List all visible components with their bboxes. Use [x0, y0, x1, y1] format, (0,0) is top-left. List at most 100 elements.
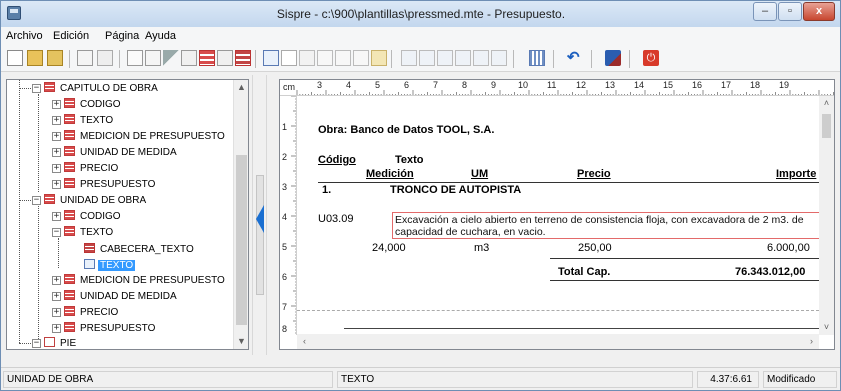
item-importe[interactable]: 6.000,00	[767, 242, 810, 254]
tree-node-precio[interactable]: PRECIO	[64, 162, 120, 177]
tree-node-presupuesto[interactable]: PRESUPUESTO	[64, 178, 157, 193]
expand-toggle[interactable]: +	[52, 324, 61, 333]
expand-toggle[interactable]: +	[52, 164, 61, 173]
structure-tree[interactable]: − + + + + + + − + − + + + + − CAPITULO D…	[6, 79, 249, 350]
header-precio[interactable]: Precio	[577, 168, 611, 180]
menu-ayuda[interactable]: Ayuda	[145, 30, 176, 42]
item-description-field[interactable]: Excavación a cielo abierto en terreno de…	[392, 212, 820, 239]
expand-toggle[interactable]: +	[52, 132, 61, 141]
collapse-toggle[interactable]: −	[32, 339, 41, 348]
header-band-icon[interactable]	[235, 50, 251, 66]
collapse-toggle[interactable]: −	[52, 228, 61, 237]
item-precio[interactable]: 250,00	[578, 242, 612, 254]
scroll-thumb[interactable]	[236, 155, 247, 325]
tree-node-unidad-de-obra[interactable]: UNIDAD DE OBRA	[44, 194, 148, 209]
tree-node-precio[interactable]: PRECIO	[64, 306, 120, 321]
tree-node-medicion-de-presupuesto[interactable]: MEDICION DE PRESUPUESTO	[64, 274, 227, 289]
chapter-title[interactable]: TRONCO DE AUTOPISTA	[390, 184, 521, 196]
chapter-number[interactable]: 1.	[322, 184, 331, 196]
expand-toggle[interactable]: +	[52, 148, 61, 157]
maximize-button[interactable]: ▫	[778, 2, 802, 21]
tree-scrollbar[interactable]: ▲ ▼	[233, 80, 248, 349]
scroll-down-icon[interactable]: ˅	[819, 320, 834, 335]
collapse-left-icon[interactable]	[256, 205, 264, 233]
align-left-icon[interactable]	[401, 50, 417, 66]
image-icon[interactable]	[299, 50, 315, 66]
tree-node-cabecera-texto[interactable]: CABECERA_TEXTO	[84, 243, 196, 258]
same-size-icon[interactable]	[491, 50, 507, 66]
grid-icon[interactable]	[217, 50, 233, 66]
minimize-button[interactable]: ‒	[753, 2, 777, 21]
item-code[interactable]: U03.09	[318, 213, 353, 225]
panel-splitter[interactable]	[252, 75, 267, 355]
columns-icon[interactable]	[181, 50, 197, 66]
header-importe[interactable]: Importe	[776, 168, 816, 180]
header-texto[interactable]: Texto	[395, 154, 424, 166]
expand-toggle[interactable]: +	[52, 276, 61, 285]
align-top-icon[interactable]	[455, 50, 471, 66]
collapse-toggle[interactable]: −	[32, 196, 41, 205]
tree-node-pie[interactable]: PIE	[44, 337, 78, 349]
line-icon[interactable]	[335, 50, 351, 66]
scroll-left-icon[interactable]: ‹	[297, 334, 312, 349]
align-right-icon[interactable]	[437, 50, 453, 66]
table-icon[interactable]	[199, 50, 215, 66]
tree-node-codigo[interactable]: CODIGO	[64, 210, 123, 225]
calculator-icon[interactable]	[529, 50, 545, 66]
tree-node-unidad-de-medida[interactable]: UNIDAD DE MEDIDA	[64, 146, 179, 161]
header-um[interactable]: UM	[471, 168, 488, 180]
tree-node-medicion-de-presupuesto[interactable]: MEDICION DE PRESUPUESTO	[64, 130, 227, 145]
expand-toggle[interactable]: +	[52, 180, 61, 189]
help-book-icon[interactable]	[605, 50, 621, 66]
scroll-up-icon[interactable]: ˄	[819, 96, 834, 111]
header-medicion[interactable]: Medición	[366, 168, 414, 180]
splitter-handle[interactable]	[256, 175, 264, 295]
field-icon[interactable]	[371, 50, 387, 66]
scroll-up-icon[interactable]: ▲	[234, 80, 248, 95]
tree-node-texto[interactable]: TEXTO	[64, 114, 115, 129]
item-medicion[interactable]: 24,000	[372, 242, 406, 254]
scroll-down-icon[interactable]: ▼	[234, 334, 248, 349]
menu-edicion[interactable]: Edición	[53, 30, 89, 42]
undo-icon[interactable]: ↶	[567, 50, 583, 66]
list-icon[interactable]	[145, 50, 161, 66]
expand-toggle[interactable]: +	[52, 308, 61, 317]
menu-pagina[interactable]: Página	[105, 30, 139, 42]
tree-node-presupuesto[interactable]: PRESUPUESTO	[64, 322, 157, 337]
total-label[interactable]: Total Cap.	[558, 266, 610, 278]
label-icon[interactable]	[281, 50, 297, 66]
save-icon[interactable]	[47, 50, 63, 66]
tree-node-unidad-de-medida[interactable]: UNIDAD DE MEDIDA	[64, 290, 179, 305]
tree-node-capitulo-de-obra[interactable]: CAPITULO DE OBRA	[44, 82, 160, 97]
open-folder-icon[interactable]	[27, 50, 43, 66]
document-horizontal-scrollbar[interactable]: ‹ ›	[297, 334, 819, 349]
scroll-right-icon[interactable]: ›	[804, 334, 819, 349]
text-field-icon[interactable]	[263, 50, 279, 66]
align-bottom-icon[interactable]	[473, 50, 489, 66]
scroll-thumb[interactable]	[822, 114, 831, 138]
item-um[interactable]: m3	[474, 242, 489, 254]
close-button[interactable]: x	[803, 2, 835, 21]
expand-toggle[interactable]: +	[52, 116, 61, 125]
tree-node-texto[interactable]: TEXTO	[64, 226, 115, 241]
obra-title[interactable]: Obra: Banco de Datos TOOL, S.A.	[318, 124, 494, 136]
expand-toggle[interactable]: +	[52, 100, 61, 109]
properties-icon[interactable]	[77, 50, 93, 66]
copy-icon[interactable]	[97, 50, 113, 66]
filter-icon[interactable]	[163, 50, 179, 66]
header-codigo[interactable]: Código	[318, 154, 356, 166]
expand-toggle[interactable]: +	[52, 292, 61, 301]
tree-node-texto-selected[interactable]: TEXTO	[84, 259, 136, 274]
box-icon[interactable]	[353, 50, 369, 66]
report-designer[interactable]: cm 3 4 5 6 7 8 9 10 11 12 13 14 15 16 17…	[279, 79, 835, 350]
exit-icon[interactable]: ⏻	[643, 50, 659, 66]
expand-toggle[interactable]: +	[52, 212, 61, 221]
collapse-toggle[interactable]: −	[32, 84, 41, 93]
tree-node-codigo[interactable]: CODIGO	[64, 98, 123, 113]
align-center-icon[interactable]	[419, 50, 435, 66]
menu-archivo[interactable]: Archivo	[6, 30, 43, 42]
memo-icon[interactable]	[317, 50, 333, 66]
app-icon[interactable]	[7, 6, 21, 20]
page-icon[interactable]	[127, 50, 143, 66]
new-document-icon[interactable]	[7, 50, 23, 66]
